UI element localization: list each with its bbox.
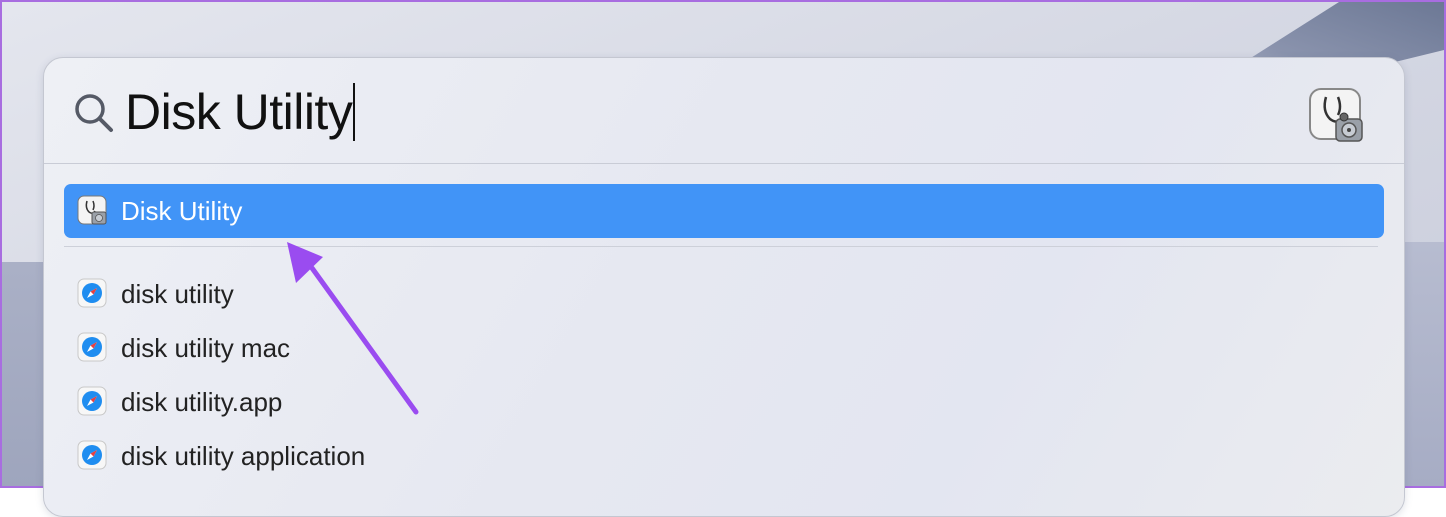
web-suggestion-item[interactable]: disk utility [64,270,1384,318]
disk-utility-icon [77,195,107,225]
web-suggestion-item[interactable]: disk utility.app [64,378,1384,426]
search-divider [44,163,1404,164]
results-divider [64,246,1378,247]
safari-icon [77,278,107,308]
disk-utility-preview-icon [1309,88,1363,142]
web-suggestion-label: disk utility mac [121,333,291,363]
top-hit-label: Disk Utility [121,196,243,226]
search-input[interactable]: Disk Utility [125,82,356,142]
web-suggestion-label: disk utility.app [121,387,283,417]
safari-icon [77,386,107,416]
search-icon [75,94,113,132]
search-query-text: Disk Utility [125,84,353,140]
top-hit-result[interactable]: Disk Utility [64,184,1384,238]
web-suggestion-item[interactable]: disk utility application [64,432,1384,480]
web-suggestion-label: disk utility [121,279,234,309]
text-cursor [353,83,356,141]
safari-icon [77,440,107,470]
web-suggestion-item[interactable]: disk utility mac [64,324,1384,372]
safari-icon [77,332,107,362]
spotlight-window: Disk Utility Disk Utility disk utility d… [43,57,1405,517]
spotlight-search-bar[interactable]: Disk Utility [44,58,1404,164]
web-suggestion-label: disk utility application [121,441,366,471]
